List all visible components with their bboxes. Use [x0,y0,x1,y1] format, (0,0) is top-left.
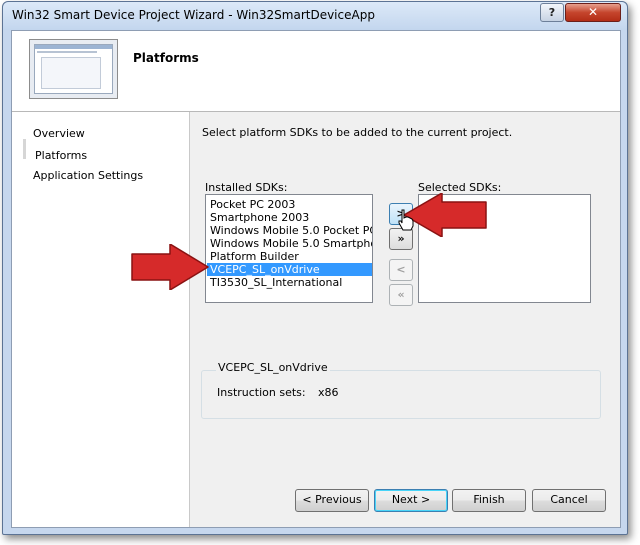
hand-cursor-icon [398,209,414,231]
remove-all-button[interactable]: « [389,284,413,306]
preview-menubar [37,51,97,53]
preview-titlebar [35,45,112,49]
wizard-window-preview-icon [29,39,118,99]
preview-content [41,57,101,89]
help-button[interactable]: ? [540,3,564,22]
instruction-sets-label: Instruction sets: [217,386,306,399]
list-item[interactable]: Windows Mobile 5.0 Pocket PC SDK [209,224,372,237]
finish-button[interactable]: Finish [452,489,526,512]
window-title: Win32 Smart Device Project Wizard - Win3… [12,8,375,22]
wizard-body: Platforms Overview Platforms Application… [11,30,621,528]
preview-window [34,44,113,94]
title-bar[interactable]: Win32 Smart Device Project Wizard - Win3… [3,2,627,30]
sidebar-item-application-settings[interactable]: Application Settings [33,169,143,182]
list-item[interactable]: TI3530_SL_International [209,276,342,289]
cancel-button[interactable]: Cancel [532,489,606,512]
instruction-sets-value: x86 [318,386,339,399]
list-item[interactable]: Smartphone 2003 [209,211,309,224]
remove-one-button[interactable]: < [389,259,413,281]
list-item[interactable]: Windows Mobile 5.0 Smartphone SDK [209,237,372,250]
list-item[interactable]: Pocket PC 2003 [209,198,295,211]
sidebar-item-platforms[interactable]: Platforms [35,149,87,162]
close-button[interactable]: ✕ [565,3,621,22]
list-item-selected[interactable]: VCEPC_SL_onVdrive [207,263,372,276]
page-title: Platforms [133,51,199,65]
installed-sdks-label: Installed SDKs: [205,181,288,194]
instruction-text: Select platform SDKs to be added to the … [202,126,513,139]
next-button[interactable]: Next > [374,489,448,512]
red-pointer-arrow-icon [131,244,209,290]
sidebar-item-overview[interactable]: Overview [33,127,85,140]
list-item[interactable]: Platform Builder [209,250,299,263]
previous-button[interactable]: < Previous [295,489,369,512]
wizard-sidebar: Overview Platforms Application Settings [12,112,190,527]
sdk-details-title: VCEPC_SL_onVdrive [216,361,330,374]
installed-sdks-list[interactable]: Pocket PC 2003 Smartphone 2003 Windows Mob… [205,194,373,303]
wizard-window: Win32 Smart Device Project Wizard - Win3… [2,1,628,535]
wizard-banner: Platforms [12,31,620,112]
